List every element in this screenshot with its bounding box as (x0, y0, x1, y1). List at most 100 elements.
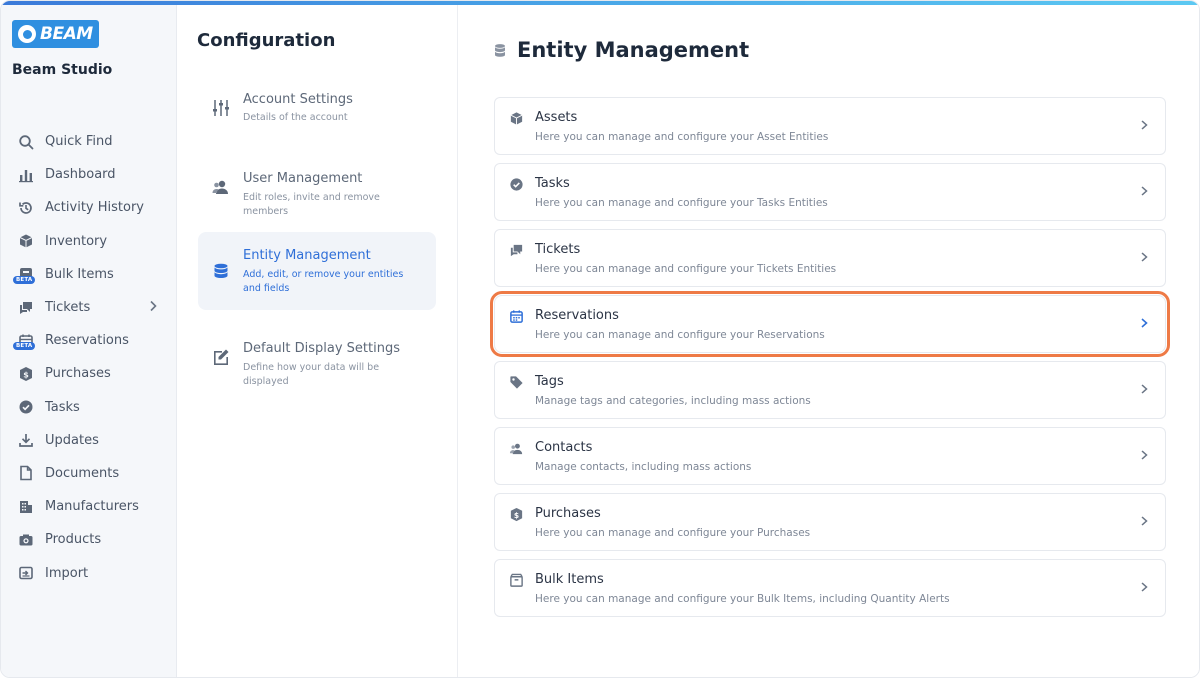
config-item-desc: Add, edit, or remove your entities and f… (243, 269, 404, 294)
sidebar-item-quick-find[interactable]: Quick Find (1, 125, 177, 158)
entity-card-contacts[interactable]: Contacts Manage contacts, including mass… (494, 427, 1166, 485)
configuration-panel: Configuration Account Settings Details o… (177, 5, 458, 677)
entity-card-title: Tickets (535, 242, 581, 257)
beam-logo[interactable]: BEAM (12, 20, 99, 48)
sidebar-item-label: Updates (45, 432, 99, 448)
chevron-right-icon (1139, 249, 1149, 263)
config-item-default-display-settings[interactable]: Default Display Settings Define how your… (198, 333, 436, 389)
building-icon (17, 498, 34, 515)
download-icon (17, 432, 34, 449)
entity-card-title: Tags (535, 374, 564, 389)
users-icon (509, 441, 524, 456)
entity-card-desc: Here you can manage and configure your B… (535, 593, 950, 605)
entity-card-tickets[interactable]: Tickets Here you can manage and configur… (494, 229, 1166, 287)
sidebar-item-tasks[interactable]: Tasks (1, 391, 177, 424)
cube-icon (509, 111, 524, 126)
search-icon (17, 133, 34, 150)
entity-card-assets[interactable]: Assets Here you can manage and configure… (494, 97, 1166, 155)
config-item-title: Account Settings (243, 92, 353, 107)
sidebar-item-dashboard[interactable]: Dashboard (1, 158, 177, 191)
sidebar-item-activity-history[interactable]: Activity History (1, 191, 177, 224)
sidebar-item-tickets[interactable]: Tickets (1, 291, 177, 324)
chevron-right-icon (1139, 447, 1149, 461)
entity-card-desc: Here you can manage and configure your P… (535, 527, 811, 539)
sidebar-item-inventory[interactable]: Inventory (1, 225, 177, 258)
sidebar-item-label: Documents (45, 465, 120, 481)
tag-icon (509, 375, 524, 390)
chevron-right-icon (1139, 183, 1149, 197)
entity-card-desc: Here you can manage and configure your T… (535, 197, 828, 209)
cube-icon (17, 233, 34, 250)
entity-card-bulk-items[interactable]: Bulk Items Here you can manage and confi… (494, 559, 1166, 617)
entity-card-title: Purchases (535, 506, 601, 521)
sidebar-item-documents[interactable]: Documents (1, 457, 177, 490)
entity-card-desc: Here you can manage and configure your T… (535, 263, 837, 275)
entity-card-purchases[interactable]: $ Purchases Here you can manage and conf… (494, 493, 1166, 551)
entity-card-title: Reservations (535, 308, 619, 323)
app-window: BEAM Beam Studio Quick Find Dashboard Ac… (0, 0, 1200, 678)
config-item-desc: Details of the account (243, 112, 348, 123)
config-item-title: Entity Management (243, 248, 371, 263)
users-icon (211, 177, 231, 197)
logo-mark-icon (18, 25, 36, 43)
check-circle-icon (509, 177, 524, 192)
svg-text:$: $ (23, 370, 29, 379)
entity-card-desc: Here you can manage and configure your A… (535, 131, 829, 143)
sidebar-item-label: Tasks (45, 399, 80, 415)
box-icon: BETA (13, 266, 36, 284)
main-content: Entity Management Assets Here you can ma… (459, 5, 1199, 677)
database-icon (211, 262, 231, 282)
entity-card-desc: Manage tags and categories, including ma… (535, 395, 811, 407)
sidebar-item-import[interactable]: Import (1, 556, 177, 589)
chat-icon (509, 243, 524, 258)
config-item-entity-management[interactable]: Entity Management Add, edit, or remove y… (198, 232, 436, 310)
svg-text:$: $ (514, 511, 519, 520)
beta-badge: BETA (13, 342, 36, 351)
beta-badge: BETA (13, 275, 36, 284)
sidebar-item-label: Activity History (45, 200, 144, 216)
check-circle-icon (17, 399, 34, 416)
box-icon (509, 573, 524, 588)
document-icon (17, 465, 34, 482)
sidebar-item-updates[interactable]: Updates (1, 424, 177, 457)
logo-text: BEAM (40, 24, 93, 44)
calendar-icon: BETA (13, 332, 36, 351)
chevron-right-icon[interactable] (149, 300, 157, 316)
chevron-right-icon (1139, 315, 1149, 329)
sidebar-item-label: Import (45, 565, 89, 581)
sidebar-item-reservations[interactable]: BETA Reservations (1, 324, 177, 357)
sidebar-item-label: Inventory (45, 233, 108, 249)
sidebar-item-label: Purchases (45, 366, 111, 382)
sidebar-item-label: Dashboard (45, 167, 116, 183)
dollar-shield-icon: $ (509, 507, 524, 522)
sidebar-item-manufacturers[interactable]: Manufacturers (1, 490, 177, 523)
chevron-right-icon (1139, 579, 1149, 593)
chevron-right-icon (1139, 117, 1149, 131)
entity-card-tasks[interactable]: Tasks Here you can manage and configure … (494, 163, 1166, 221)
edit-icon (211, 347, 231, 367)
sidebar-item-products[interactable]: Products (1, 523, 177, 556)
sidebar-item-label: Manufacturers (45, 499, 139, 515)
config-item-user-management[interactable]: User Management Edit roles, invite and r… (198, 163, 436, 219)
config-item-title: Default Display Settings (243, 341, 401, 356)
chat-icon (17, 299, 34, 316)
sidebar-item-label: Products (45, 532, 102, 548)
config-item-title: User Management (243, 171, 363, 186)
entity-card-title: Contacts (535, 440, 593, 455)
sidebar-item-label: Reservations (45, 333, 129, 349)
camera-icon (17, 531, 34, 548)
config-item-account-settings[interactable]: Account Settings Details of the account (198, 85, 436, 141)
sidebar-item-purchases[interactable]: $ Purchases (1, 357, 177, 390)
sidebar-nav: Quick Find Dashboard Activity History In… (1, 125, 177, 590)
sidebar-item-label: Quick Find (45, 134, 113, 150)
config-item-desc: Edit roles, invite and remove members (243, 192, 380, 217)
entity-card-reservations[interactable]: Reservations Here you can manage and con… (490, 291, 1170, 357)
database-icon (494, 43, 506, 59)
dollar-shield-icon: $ (17, 365, 34, 382)
entity-card-tags[interactable]: Tags Manage tags and categories, includi… (494, 361, 1166, 419)
sidebar-item-bulk-items[interactable]: BETA Bulk Items (1, 258, 177, 291)
config-item-desc: Define how your data will be displayed (243, 362, 380, 387)
import-icon (17, 565, 34, 582)
entity-card-desc: Manage contacts, including mass actions (535, 461, 752, 473)
calendar-icon (509, 309, 524, 324)
